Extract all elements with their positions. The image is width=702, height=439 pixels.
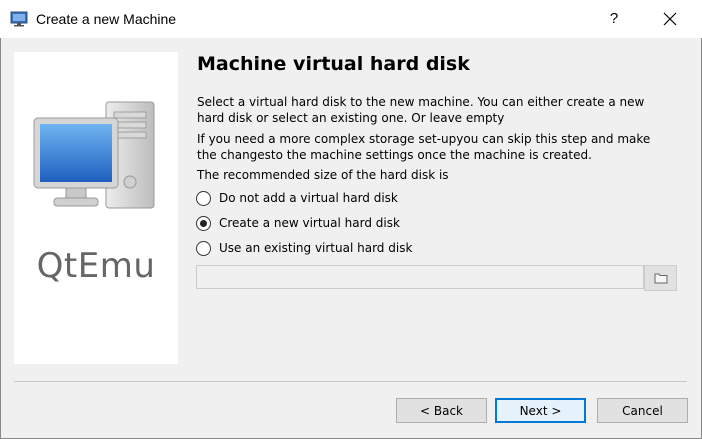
cancel-button[interactable]: Cancel bbox=[597, 398, 688, 423]
browse-button[interactable] bbox=[644, 265, 677, 291]
side-panel: QtEmu bbox=[14, 52, 178, 364]
brand-label: QtEmu bbox=[36, 246, 156, 286]
close-button[interactable] bbox=[650, 4, 690, 34]
radio-no-disk[interactable]: Do not add a virtual hard disk bbox=[196, 188, 398, 208]
radio-existing-disk[interactable]: Use an existing virtual hard disk bbox=[196, 238, 412, 258]
computer-icon bbox=[10, 11, 28, 27]
description-text: If you need a more complex storage set-u… bbox=[197, 132, 651, 162]
disk-path-field[interactable] bbox=[196, 265, 644, 289]
next-button[interactable]: Next > bbox=[495, 398, 586, 423]
folder-icon bbox=[654, 273, 667, 284]
radio-create-disk[interactable]: Create a new virtual hard disk bbox=[196, 213, 400, 233]
desktop-computer-icon bbox=[32, 98, 162, 222]
help-button[interactable]: ? bbox=[596, 4, 632, 34]
title-bar[interactable]: Create a new Machine ? bbox=[0, 0, 702, 38]
radio-button[interactable] bbox=[196, 240, 211, 256]
description-text: Select a virtual hard disk to the new ma… bbox=[197, 95, 645, 125]
radio-label: Create a new virtual hard disk bbox=[219, 216, 400, 230]
radio-label: Use an existing virtual hard disk bbox=[219, 241, 413, 255]
close-icon bbox=[663, 12, 677, 26]
radio-button[interactable] bbox=[196, 190, 211, 206]
page-title: Machine virtual hard disk bbox=[197, 53, 470, 75]
footer-divider bbox=[14, 381, 687, 382]
recommended-size-text: The recommended size of the hard disk is bbox=[197, 168, 449, 182]
window-title: Create a new Machine bbox=[36, 11, 177, 27]
back-button[interactable]: < Back bbox=[396, 398, 487, 423]
radio-label: Do not add a virtual hard disk bbox=[219, 191, 398, 205]
radio-button-selected[interactable] bbox=[196, 215, 211, 231]
